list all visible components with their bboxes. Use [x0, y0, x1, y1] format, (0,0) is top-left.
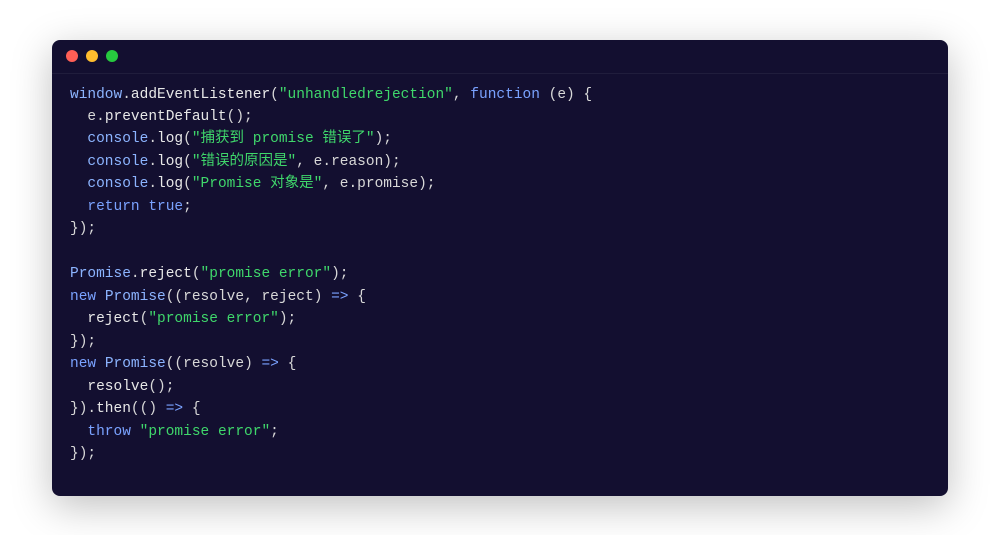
- code-token: [70, 154, 87, 170]
- code-token: "promise error": [148, 311, 279, 327]
- code-token: preventDefault: [105, 109, 227, 125]
- code-token: [70, 311, 87, 327]
- code-token: [70, 109, 87, 125]
- code-token: [96, 289, 105, 305]
- code-token: promise: [357, 176, 418, 192]
- code-token: resolve: [183, 356, 244, 372]
- code-window: window.addEventListener("unhandledreject…: [52, 40, 948, 496]
- code-token: [70, 424, 87, 440]
- code-token: );: [383, 154, 400, 170]
- code-token: "捕获到 promise 错误了": [192, 131, 375, 147]
- code-token: Promise: [105, 289, 166, 305]
- code-token: new: [70, 356, 96, 372]
- code-token: e: [87, 109, 96, 125]
- code-token: {: [349, 289, 366, 305]
- code-token: [70, 199, 87, 215]
- code-token: addEventListener: [131, 87, 270, 103]
- code-token: reject: [140, 266, 192, 282]
- code-token: );: [375, 131, 392, 147]
- code-token: [70, 244, 79, 260]
- code-token: (: [270, 87, 279, 103]
- code-token: [131, 424, 140, 440]
- code-token: ();: [148, 379, 174, 395]
- code-token: (: [183, 176, 192, 192]
- code-token: );: [418, 176, 435, 192]
- code-token: log: [157, 131, 183, 147]
- zoom-icon[interactable]: [106, 50, 118, 62]
- code-token: (: [183, 154, 192, 170]
- code-token: ;: [270, 424, 279, 440]
- code-token: }).: [70, 401, 96, 417]
- code-token: });: [70, 446, 96, 462]
- code-token: "unhandledrejection": [279, 87, 453, 103]
- code-token: {: [279, 356, 296, 372]
- code-token: );: [331, 266, 348, 282]
- code-token: reject: [87, 311, 139, 327]
- code-token: new: [70, 289, 96, 305]
- code-token: e: [557, 87, 566, 103]
- code-token: );: [279, 311, 296, 327]
- code-token: .: [348, 176, 357, 192]
- code-token: throw: [87, 424, 131, 440]
- code-token: ) {: [566, 87, 592, 103]
- code-token: resolve: [183, 289, 244, 305]
- code-token: then: [96, 401, 131, 417]
- code-token: function: [470, 87, 540, 103]
- code-scroll-area[interactable]: window.addEventListener("unhandledreject…: [52, 74, 948, 496]
- code-token: resolve: [87, 379, 148, 395]
- code-token: "promise error": [140, 424, 271, 440]
- code-token: console: [87, 154, 148, 170]
- code-token: log: [157, 154, 183, 170]
- code-token: (: [192, 266, 201, 282]
- code-token: reject: [261, 289, 313, 305]
- code-token: true: [148, 199, 183, 215]
- code-token: {: [183, 401, 200, 417]
- code-token: Promise: [105, 356, 166, 372]
- code-token: .: [96, 109, 105, 125]
- close-icon[interactable]: [66, 50, 78, 62]
- code-token: ,: [453, 87, 470, 103]
- code-token: log: [157, 176, 183, 192]
- code-token: });: [70, 334, 96, 350]
- code-token: .: [131, 266, 140, 282]
- code-token: console: [87, 131, 148, 147]
- code-token: ((): [131, 401, 166, 417]
- code-token: ): [244, 356, 261, 372]
- code-token: (: [540, 87, 557, 103]
- code-token: reason: [331, 154, 383, 170]
- code-token: "错误的原因是": [192, 154, 296, 170]
- code-token: ((: [166, 356, 183, 372]
- code-block: window.addEventListener("unhandledreject…: [70, 84, 948, 466]
- code-token: [70, 131, 87, 147]
- code-token: "Promise 对象是": [192, 176, 323, 192]
- code-token: .: [122, 87, 131, 103]
- code-token: ): [314, 289, 331, 305]
- minimize-icon[interactable]: [86, 50, 98, 62]
- code-token: ();: [227, 109, 253, 125]
- code-token: =>: [331, 289, 348, 305]
- titlebar: [52, 40, 948, 74]
- code-token: "promise error": [201, 266, 332, 282]
- code-token: [70, 379, 87, 395]
- code-token: ;: [183, 199, 192, 215]
- code-token: .: [148, 131, 157, 147]
- code-token: ((: [166, 289, 183, 305]
- code-token: ,: [322, 176, 339, 192]
- code-token: window: [70, 87, 122, 103]
- code-token: .: [148, 176, 157, 192]
- code-token: console: [87, 176, 148, 192]
- code-token: return: [87, 199, 139, 215]
- code-token: (: [183, 131, 192, 147]
- code-token: [70, 176, 87, 192]
- code-token: .: [322, 154, 331, 170]
- code-token: ,: [296, 154, 313, 170]
- code-token: Promise: [70, 266, 131, 282]
- code-token: ,: [244, 289, 261, 305]
- code-token: =>: [166, 401, 183, 417]
- code-token: [96, 356, 105, 372]
- code-token: =>: [261, 356, 278, 372]
- code-token: });: [70, 221, 96, 237]
- code-token: .: [148, 154, 157, 170]
